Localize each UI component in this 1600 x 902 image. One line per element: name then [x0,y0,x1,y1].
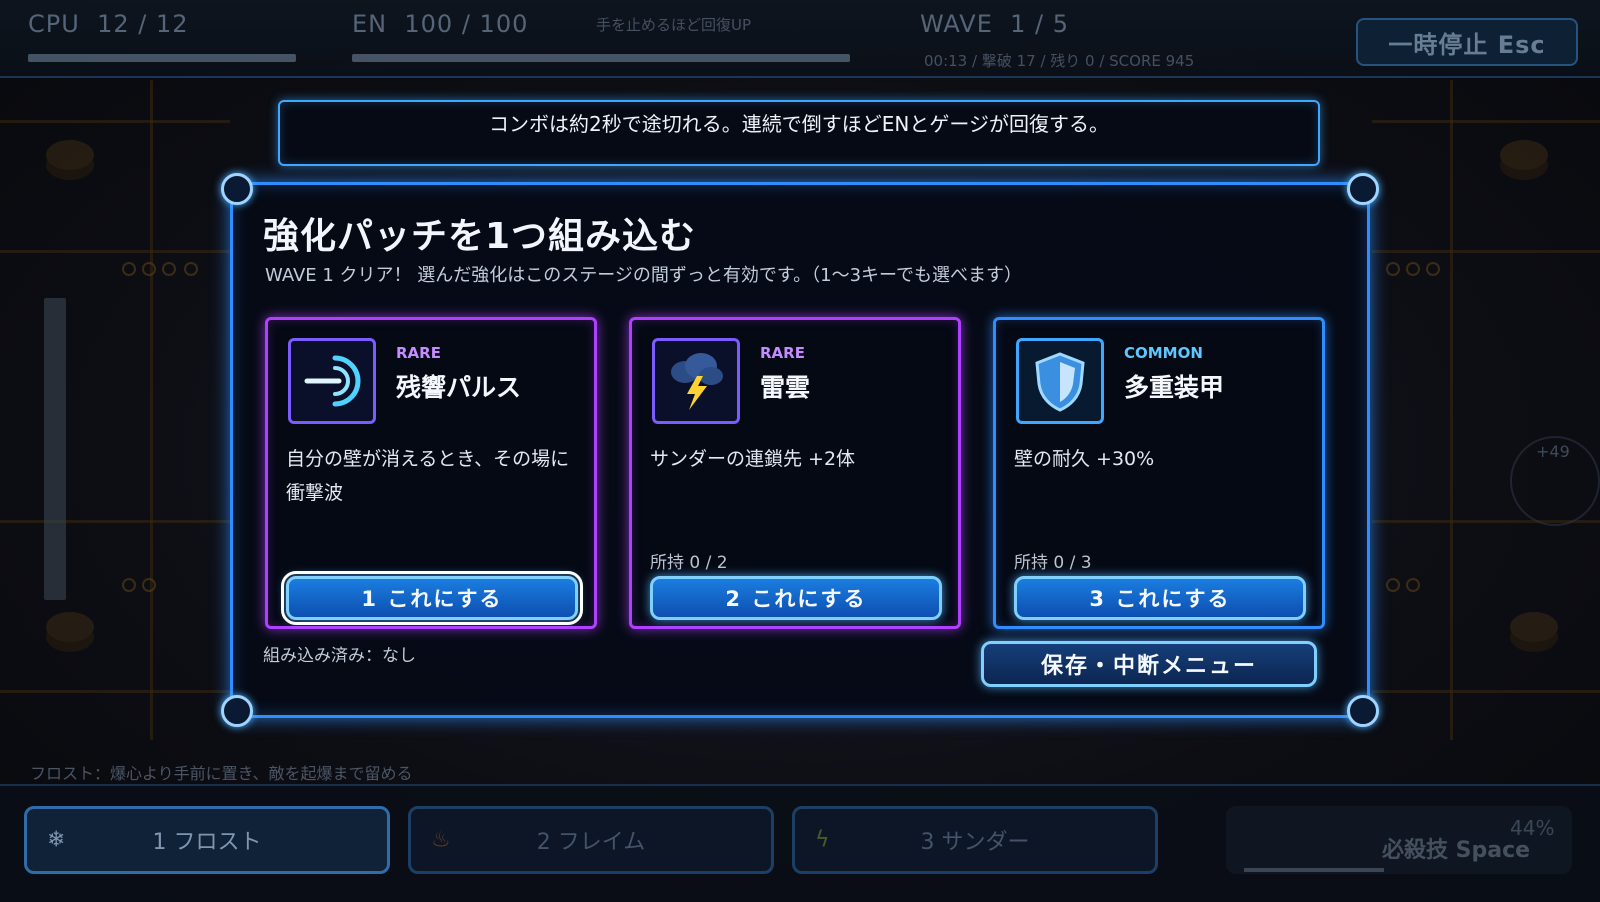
thundercloud-icon [652,338,740,424]
skill-label: 3 サンダー [920,830,1030,855]
choose-button-3[interactable]: 3 これにする [1014,576,1306,620]
en-readout: EN 100 / 100 [352,10,528,38]
skill-label: 2 フレイム [536,830,646,855]
panel-subtitle: WAVE 1 クリア！ 選んだ強化はこのステージの間ずっと有効です。（1〜3キー… [265,265,1022,286]
choose-button-2[interactable]: 2 これにする [650,576,942,620]
card-name: 雷雲 [760,373,811,402]
rarity-label: RARE [760,344,805,362]
side-gauge-value: +49 [1536,442,1570,461]
en-bar-fill [352,54,850,62]
skill-hint: フロスト：爆心より手前に置き、敵を起爆まで留める [30,764,413,783]
cpu-label: CPU [28,10,80,38]
panel-corner [221,173,253,205]
wave-label: WAVE [920,10,993,38]
shield-icon [1016,338,1104,424]
skill-flame[interactable]: ♨ 2 フレイム [408,806,774,874]
cpu-readout: CPU 12 / 12 [28,10,188,38]
skill-thunder[interactable]: ϟ 3 サンダー [792,806,1158,874]
combo-tip-text: コンボは約2秒で途切れる。連続で倒すほどENとゲージが回復する。 [489,111,1109,136]
pulse-icon [288,338,376,424]
cpu-value: 12 / 12 [97,10,189,38]
card-description: サンダーの連鎖先 +2体 [650,448,856,470]
ultimate-percent: 44% [1510,816,1555,840]
cpu-bar [28,54,296,62]
pause-button[interactable]: 一時停止 Esc [1356,18,1578,66]
snowflake-icon: ❄ [47,827,66,853]
left-gauge [44,298,66,600]
upgrade-panel: 強化パッチを1つ組み込む WAVE 1 クリア！ 選んだ強化はこのステージの間ず… [221,173,1379,727]
card-description: 壁の耐久 +30% [1014,448,1155,470]
card-name: 多重装甲 [1124,373,1225,402]
skill-label: 1 フロスト [152,830,262,855]
cpu-bar-fill [28,54,296,62]
panel-corner [221,695,253,727]
combo-tip-banner: コンボは約2秒で途切れる。連続で倒すほどENとゲージが回復する。 [278,100,1320,166]
en-value: 100 / 100 [404,10,529,38]
en-bar [352,54,850,62]
skill-frost[interactable]: ❄ 1 フロスト [24,806,390,874]
rarity-label: RARE [396,344,441,362]
upgrade-card-1[interactable]: RARE 残響パルス 自分の壁が消えるとき、その場に衝撃波 1 これにする [265,317,597,629]
panel-corner [1347,173,1379,205]
en-note: 手を止めるほど回復UP [596,16,752,34]
en-label: EN [352,10,388,38]
installed-status: 組み込み済み：なし [263,646,416,666]
card-description: 自分の壁が消えるとき、その場に衝撃波 [286,448,570,504]
rarity-label: COMMON [1124,344,1203,362]
choose-button-1[interactable]: 1 これにする [281,571,583,625]
card-name: 残響パルス [396,373,522,402]
upgrade-card-2[interactable]: RARE 雷雲 サンダーの連鎖先 +2体 所持 0 / 2 2 これにする [629,317,961,629]
ultimate-label: 必殺技 Space [1382,838,1531,863]
lightning-icon: ϟ [815,827,830,853]
panel-corner [1347,695,1379,727]
top-hud: CPU 12 / 12 EN 100 / 100 手を止めるほど回復UP WAV… [0,0,1600,78]
stats-readout: 00:13 / 撃破 17 / 残り 0 / SCORE 945 [924,52,1195,70]
wave-value: 1 / 5 [1010,10,1070,38]
owned-count: 所持 0 / 3 [1014,553,1092,573]
save-menu-button[interactable]: 保存・中断メニュー [981,641,1317,687]
owned-count: 所持 0 / 2 [650,553,728,573]
ultimate-charge-bar [1244,868,1384,872]
upgrade-card-3[interactable]: COMMON 多重装甲 壁の耐久 +30% 所持 0 / 3 3 これにする [993,317,1325,629]
panel-title: 強化パッチを1つ組み込む [263,216,697,257]
wave-readout: WAVE 1 / 5 [920,10,1069,38]
flame-icon: ♨ [431,827,451,853]
